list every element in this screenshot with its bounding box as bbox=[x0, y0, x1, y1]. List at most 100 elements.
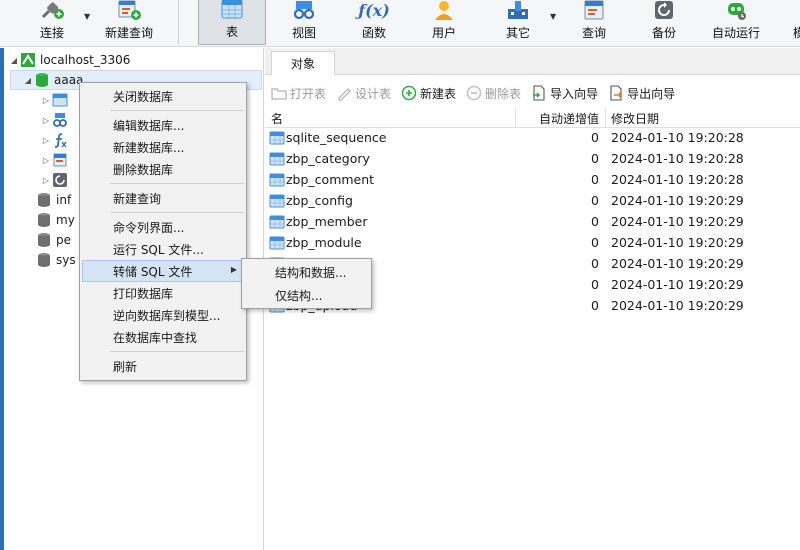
menu-print-database[interactable]: 打印数据库 bbox=[82, 282, 244, 304]
submenu-structure-only[interactable]: 仅结构... bbox=[244, 284, 371, 306]
new-table-button[interactable]: 新建表 bbox=[401, 85, 456, 102]
table-row[interactable]: zbp_config 0 2024-01-10 19:20:29 bbox=[265, 191, 800, 212]
auto-increment-value: 0 bbox=[591, 130, 599, 145]
expanded-triangle-icon[interactable]: ◢ bbox=[8, 56, 20, 65]
modified-date: 2024-01-10 19:20:29 bbox=[611, 277, 744, 292]
grid-header: 名 自动递增值 修改日期 bbox=[265, 107, 800, 128]
user-icon bbox=[431, 0, 457, 21]
user-button[interactable]: 用户 bbox=[418, 0, 470, 45]
tree-database-node[interactable]: ◢ aaaa bbox=[22, 70, 83, 90]
submenu-structure-and-data[interactable]: 结构和数据... bbox=[244, 261, 371, 283]
column-modified-header[interactable]: 修改日期 bbox=[611, 110, 659, 127]
table-row[interactable]: zbp_comment 0 2024-01-10 19:20:28 bbox=[265, 170, 800, 191]
table-row[interactable]: zbp_category 0 2024-01-10 19:20:28 bbox=[265, 149, 800, 170]
tree-db-inf[interactable]: inf bbox=[36, 190, 71, 210]
delete-table-button[interactable]: 删除表 bbox=[466, 85, 521, 102]
menu-edit-database[interactable]: 编辑数据库... bbox=[82, 114, 244, 136]
modified-date: 2024-01-10 19:20:29 bbox=[611, 193, 744, 208]
menu-run-sql-file[interactable]: 运行 SQL 文件... bbox=[82, 238, 244, 260]
auto-increment-value: 0 bbox=[591, 193, 599, 208]
menu-console[interactable]: 命令列界面... bbox=[82, 216, 244, 238]
table-icon bbox=[269, 235, 285, 251]
import-wizard-label: 导入向导 bbox=[550, 86, 599, 101]
query-icon bbox=[581, 0, 607, 21]
window-edge bbox=[0, 48, 4, 550]
main-toolbar: 连接 ▼ 新建查询 表 视图 ƒ(x) 函数 用户 其它 ▼ 查询 备份 自动运… bbox=[0, 0, 800, 47]
table-row[interactable]: zbp_module 0 2024-01-10 19:20:29 bbox=[265, 233, 800, 254]
import-wizard-button[interactable]: 导入向导 bbox=[531, 85, 598, 102]
auto-increment-value: 0 bbox=[591, 214, 599, 229]
menu-reverse-to-model[interactable]: 逆向数据库到模型... bbox=[82, 304, 244, 326]
model-button[interactable]: 模 bbox=[784, 0, 800, 45]
collapsed-triangle-icon[interactable]: ▷ bbox=[40, 136, 52, 145]
menu-new-database[interactable]: 新建数据库... bbox=[82, 136, 244, 158]
table-icon bbox=[269, 172, 285, 188]
query-button[interactable]: 查询 bbox=[568, 0, 620, 45]
table-button[interactable]: 表 bbox=[198, 0, 266, 45]
view-button[interactable]: 视图 bbox=[278, 0, 330, 45]
table-name: zbp_category bbox=[286, 151, 370, 166]
table-row[interactable]: sqlite_sequence 0 2024-01-10 19:20:28 bbox=[265, 128, 800, 149]
table-row[interactable]: zbp_member 0 2024-01-10 19:20:29 bbox=[265, 212, 800, 233]
tree-functions-node[interactable]: ▷ bbox=[40, 130, 72, 150]
tree-queries-node[interactable]: ▷ bbox=[40, 150, 72, 170]
collapsed-triangle-icon[interactable]: ▷ bbox=[40, 176, 52, 185]
table-name: zbp_comment bbox=[286, 172, 375, 187]
modified-date: 2024-01-10 19:20:28 bbox=[611, 151, 744, 166]
menu-new-query[interactable]: 新建查询 bbox=[82, 187, 244, 209]
expanded-triangle-icon[interactable]: ◢ bbox=[22, 76, 34, 85]
menu-close-database[interactable]: 关闭数据库 bbox=[82, 85, 244, 107]
tab-objects[interactable]: 对象 bbox=[271, 51, 335, 75]
collapsed-triangle-icon[interactable]: ▷ bbox=[40, 116, 52, 125]
db-label: sys bbox=[56, 253, 76, 267]
autorun-button[interactable]: 自动运行 bbox=[706, 0, 766, 45]
tree-tables-node[interactable]: ▷ bbox=[40, 90, 72, 110]
column-separator[interactable] bbox=[515, 108, 516, 127]
open-table-button[interactable]: 打开表 bbox=[271, 85, 326, 102]
collapsed-triangle-icon[interactable]: ▷ bbox=[40, 156, 52, 165]
tree-db-sys[interactable]: sys bbox=[36, 250, 76, 270]
view-glasses-icon bbox=[291, 0, 317, 21]
add-circle-icon bbox=[401, 85, 417, 101]
connect-button[interactable]: 连接 bbox=[22, 0, 82, 45]
object-toolbar: 打开表 设计表 新建表 删除表 导入向导 导出向导 bbox=[265, 81, 800, 105]
new-query-button[interactable]: 新建查询 bbox=[100, 0, 158, 45]
table-icon bbox=[219, 0, 245, 20]
model-label: 模 bbox=[792, 26, 800, 40]
menu-delete-database[interactable]: 删除数据库 bbox=[82, 158, 244, 180]
menu-find-in-database[interactable]: 在数据库中查找 bbox=[82, 326, 244, 348]
functions-fx-icon bbox=[52, 132, 68, 148]
tree-db-pe[interactable]: pe bbox=[36, 230, 71, 250]
auto-increment-value: 0 bbox=[591, 151, 599, 166]
connect-dropdown-icon[interactable]: ▼ bbox=[84, 12, 90, 21]
collapsed-triangle-icon[interactable]: ▷ bbox=[40, 96, 52, 105]
column-auto-increment-header[interactable]: 自动递增值 bbox=[539, 110, 599, 127]
tree-db-my[interactable]: my bbox=[36, 210, 75, 230]
new-query-icon bbox=[116, 0, 142, 21]
dump-sql-submenu: 结构和数据... 仅结构... bbox=[241, 258, 372, 309]
export-wizard-button[interactable]: 导出向导 bbox=[608, 85, 675, 102]
tree-views-node[interactable]: ▷ bbox=[40, 110, 72, 130]
folder-open-icon bbox=[271, 85, 287, 101]
table-icon bbox=[269, 130, 285, 146]
db-label: inf bbox=[56, 193, 72, 207]
other-dropdown-icon[interactable]: ▼ bbox=[550, 12, 556, 21]
function-button[interactable]: ƒ(x) 函数 bbox=[348, 0, 400, 45]
menu-refresh[interactable]: 刷新 bbox=[82, 355, 244, 377]
auto-increment-value: 0 bbox=[591, 277, 599, 292]
tree-backups-node[interactable]: ▷ bbox=[40, 170, 72, 190]
column-name-header[interactable]: 名 bbox=[271, 110, 283, 127]
toolbar-separator bbox=[178, 0, 179, 44]
table-name: sqlite_sequence bbox=[286, 130, 387, 145]
tree-connection-node[interactable]: ◢ localhost_3306 bbox=[8, 50, 130, 70]
other-tools-icon bbox=[505, 0, 531, 21]
db-label: pe bbox=[56, 233, 71, 247]
backup-button[interactable]: 备份 bbox=[638, 0, 690, 45]
menu-dump-sql-file[interactable]: 转储 SQL 文件 ▶ bbox=[82, 260, 244, 282]
function-label: 函数 bbox=[361, 26, 386, 40]
column-separator[interactable] bbox=[605, 108, 606, 127]
other-button[interactable]: 其它 bbox=[492, 0, 544, 45]
export-wizard-label: 导出向导 bbox=[627, 86, 676, 101]
menu-separator bbox=[110, 183, 244, 184]
design-table-button[interactable]: 设计表 bbox=[336, 85, 391, 102]
